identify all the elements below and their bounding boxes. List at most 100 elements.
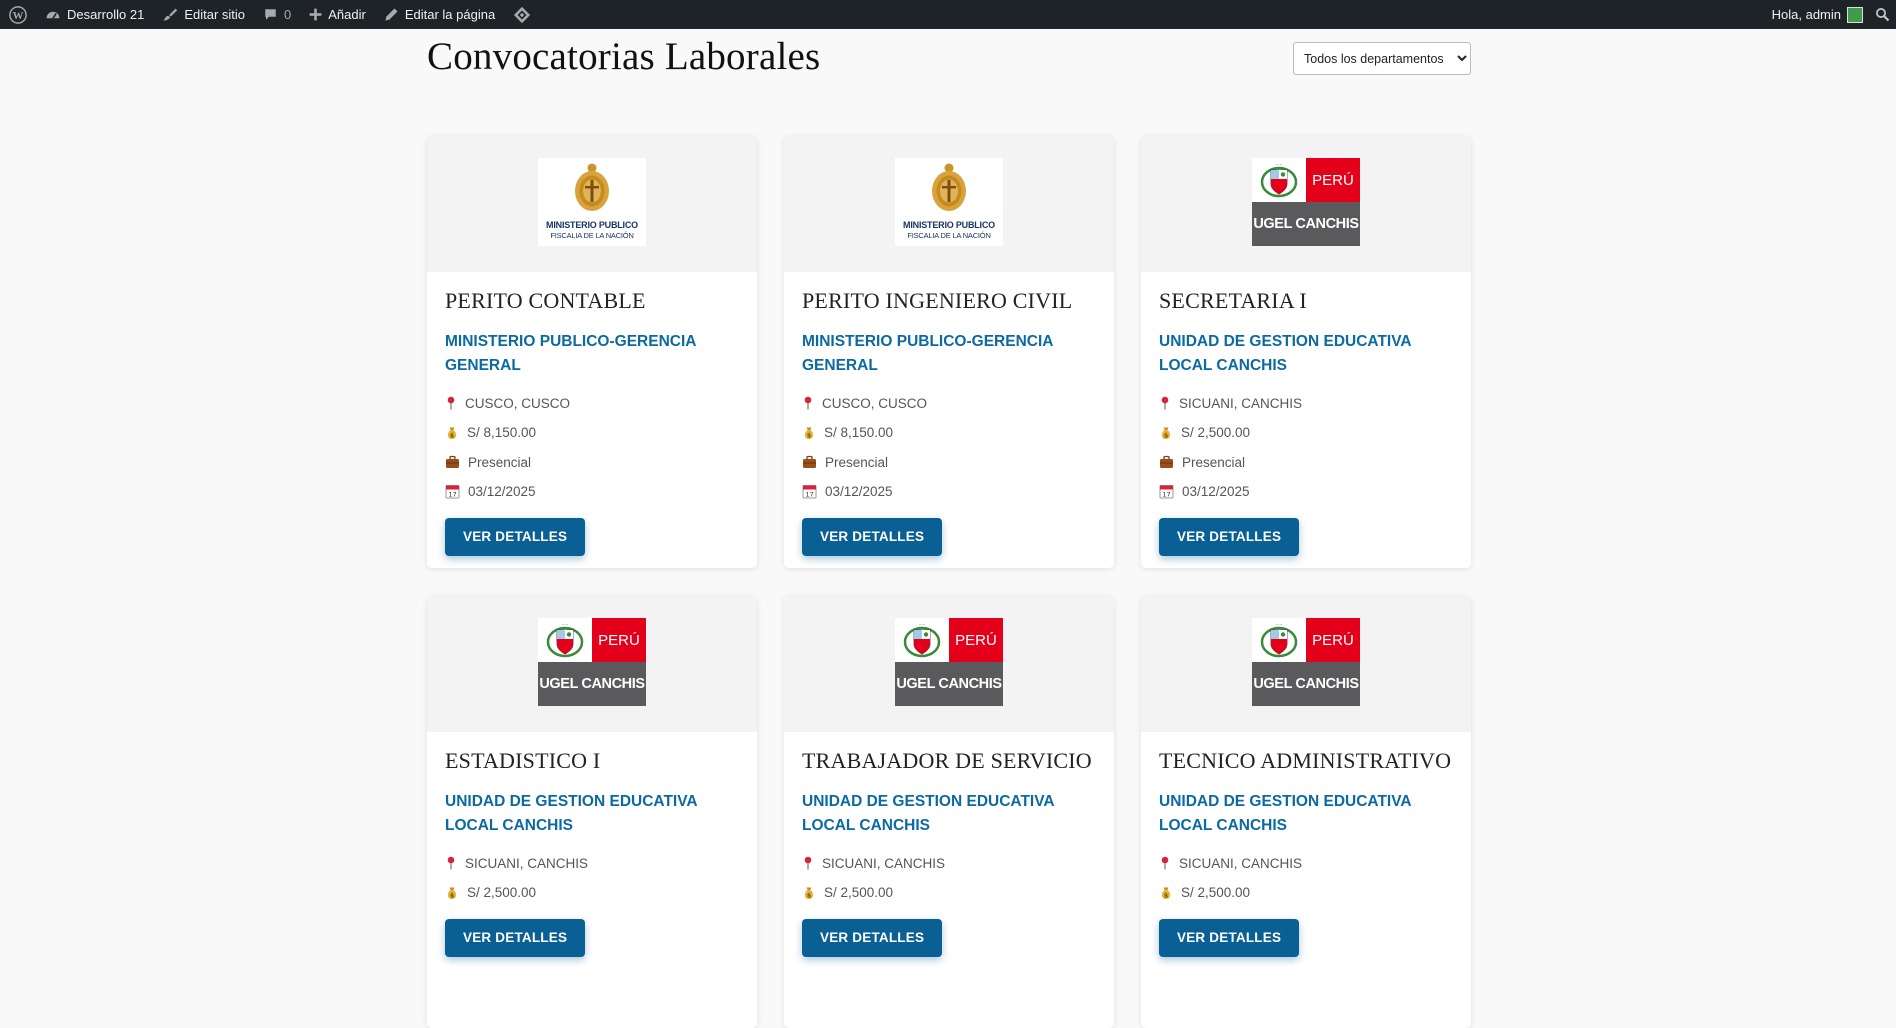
date-row: 17 03/12/2025 xyxy=(1159,481,1453,503)
edit-site-button[interactable]: Editar sitio xyxy=(153,0,254,29)
date-row: 17 03/12/2025 xyxy=(445,481,739,503)
employer-link[interactable]: MINISTERIO PUBLICO-GERENCIA GENERAL xyxy=(445,330,739,378)
ugel-label: UGEL CANCHIS xyxy=(538,662,646,706)
job-meta: SICUANI, CANCHIS $ S/ 2,500.00 xyxy=(445,852,739,904)
salary-text: S/ 8,150.00 xyxy=(824,425,894,440)
svg-text:·····: ····· xyxy=(1276,622,1282,627)
svg-text:$: $ xyxy=(450,891,455,899)
my-account-menu[interactable]: Hola, admin xyxy=(1766,0,1869,29)
card-logo-area: MINISTERIO PUBLICO FISCALIA DE LA NACIÓN xyxy=(427,136,757,272)
ministerio-publico-logo: MINISTERIO PUBLICO FISCALIA DE LA NACIÓN xyxy=(895,158,1003,246)
employer-link[interactable]: UNIDAD DE GESTION EDUCATIVA LOCAL CANCHI… xyxy=(445,790,739,838)
salary-text: S/ 2,500.00 xyxy=(467,885,537,900)
job-title[interactable]: PERITO CONTABLE xyxy=(445,288,739,314)
search-icon xyxy=(1875,7,1890,22)
job-title[interactable]: SECRETARIA I xyxy=(1159,288,1453,314)
salary-row: $ S/ 8,150.00 xyxy=(802,422,1096,444)
job-card: MINISTERIO PUBLICO FISCALIA DE LA NACIÓN… xyxy=(784,136,1114,568)
job-meta: SICUANI, CANCHIS $ S/ 2,500.00 Presencia… xyxy=(1159,392,1453,503)
view-details-button[interactable]: VER DETALLES xyxy=(445,919,586,957)
pencil-icon xyxy=(385,8,398,21)
card-body: TRABAJADOR DE SERVICIO UNIDAD DE GESTION… xyxy=(784,732,1114,957)
job-title[interactable]: PERITO INGENIERO CIVIL xyxy=(802,288,1096,314)
view-details-button[interactable]: VER DETALLES xyxy=(802,919,943,957)
peru-label: PERÚ xyxy=(949,618,1003,662)
location-row: CUSCO, CUSCO xyxy=(802,392,1096,414)
job-meta: CUSCO, CUSCO $ S/ 8,150.00 Presencial 17… xyxy=(802,392,1096,503)
modality-row: Presencial xyxy=(445,451,739,473)
add-new-menu[interactable]: Añadir xyxy=(300,0,375,29)
greeting-label: Hola, admin xyxy=(1771,7,1841,22)
employer-link[interactable]: UNIDAD DE GESTION EDUCATIVA LOCAL CANCHI… xyxy=(802,790,1096,838)
money-bag-icon: $ xyxy=(1161,887,1171,899)
coat-of-arms-icon: ····· xyxy=(546,622,584,658)
salary-row: $ S/ 2,500.00 xyxy=(802,882,1096,904)
view-details-button[interactable]: VER DETALLES xyxy=(1159,919,1300,957)
employer-link[interactable]: UNIDAD DE GESTION EDUCATIVA LOCAL CANCHI… xyxy=(1159,330,1453,378)
briefcase-icon xyxy=(1160,455,1173,468)
svg-text:·····: ····· xyxy=(919,622,925,627)
wordpress-logo-button[interactable]: W xyxy=(0,0,36,29)
card-body: PERITO INGENIERO CIVIL MINISTERIO PUBLIC… xyxy=(784,272,1114,556)
employer-link[interactable]: UNIDAD DE GESTION EDUCATIVA LOCAL CANCHI… xyxy=(1159,790,1453,838)
logo-line-1: MINISTERIO PUBLICO xyxy=(546,220,638,230)
briefcase-icon xyxy=(803,455,816,468)
view-details-button[interactable]: VER DETALLES xyxy=(445,518,586,556)
logo-line-2: FISCALIA DE LA NACIÓN xyxy=(550,231,634,240)
location-text: SICUANI, CANCHIS xyxy=(822,855,946,871)
peru-label: PERÚ xyxy=(1306,618,1360,662)
view-details-button[interactable]: VER DETALLES xyxy=(802,518,943,556)
modality-row: Presencial xyxy=(802,451,1096,473)
edit-page-button[interactable]: Editar la página xyxy=(375,0,504,29)
card-body: TECNICO ADMINISTRATIVO UNIDAD DE GESTION… xyxy=(1141,732,1471,957)
svg-text:17: 17 xyxy=(1162,491,1170,499)
job-meta: SICUANI, CANCHIS $ S/ 2,500.00 xyxy=(1159,852,1453,904)
svg-text:W: W xyxy=(13,10,24,22)
ugel-canchis-logo: ····· PERÚ UGEL CANCHIS xyxy=(1252,618,1360,706)
svg-text:$: $ xyxy=(807,431,812,439)
svg-text:$: $ xyxy=(807,891,812,899)
pin-icon xyxy=(1161,856,1169,870)
calendar-icon: 17 xyxy=(445,485,460,499)
peru-label: PERÚ xyxy=(592,618,646,662)
comments-button[interactable]: 0 xyxy=(254,0,300,29)
search-button[interactable] xyxy=(1869,0,1896,29)
view-details-button[interactable]: VER DETALLES xyxy=(1159,518,1300,556)
admin-bar-left: W Desarrollo 21 Editar sitio 0 Añadir Ed… xyxy=(0,0,540,29)
job-title[interactable]: TECNICO ADMINISTRATIVO xyxy=(1159,748,1453,774)
card-logo-area: ····· PERÚ UGEL CANCHIS xyxy=(784,596,1114,732)
department-filter-select[interactable]: Todos los departamentos xyxy=(1293,42,1471,75)
diamond-menu-button[interactable] xyxy=(504,0,540,29)
ugel-label: UGEL CANCHIS xyxy=(1252,662,1360,706)
job-meta: CUSCO, CUSCO $ S/ 8,150.00 Presencial 17… xyxy=(445,392,739,503)
svg-text:$: $ xyxy=(450,431,455,439)
money-bag-icon: $ xyxy=(447,427,457,439)
date-text: 03/12/2025 xyxy=(825,484,893,499)
avatar xyxy=(1847,6,1863,23)
site-name-menu[interactable]: Desarrollo 21 xyxy=(36,0,153,29)
brush-icon xyxy=(163,8,178,21)
date-text: 03/12/2025 xyxy=(1182,484,1250,499)
coat-of-arms-icon: ····· xyxy=(903,622,941,658)
coat-of-arms-icon: ····· xyxy=(1260,162,1298,198)
salary-text: S/ 2,500.00 xyxy=(824,885,894,900)
coat-of-arms-area: ····· xyxy=(895,618,949,662)
card-logo-area: ····· PERÚ UGEL CANCHIS xyxy=(1141,596,1471,732)
ugel-canchis-logo: ····· PERÚ UGEL CANCHIS xyxy=(538,618,646,706)
employer-link[interactable]: MINISTERIO PUBLICO-GERENCIA GENERAL xyxy=(802,330,1096,378)
job-title[interactable]: ESTADISTICO I xyxy=(445,748,739,774)
coat-of-arms-area: ····· xyxy=(538,618,592,662)
job-title[interactable]: TRABAJADOR DE SERVICIO xyxy=(802,748,1096,774)
card-body: PERITO CONTABLE MINISTERIO PUBLICO-GEREN… xyxy=(427,272,757,556)
job-grid: MINISTERIO PUBLICO FISCALIA DE LA NACIÓN… xyxy=(427,136,1471,1028)
pin-icon xyxy=(447,856,455,870)
location-text: SICUANI, CANCHIS xyxy=(1179,395,1303,411)
job-card: MINISTERIO PUBLICO FISCALIA DE LA NACIÓN… xyxy=(427,136,757,568)
briefcase-icon xyxy=(446,455,459,468)
location-text: SICUANI, CANCHIS xyxy=(465,855,589,871)
salary-row: $ S/ 8,150.00 xyxy=(445,422,739,444)
svg-text:17: 17 xyxy=(448,491,456,499)
card-logo-area: MINISTERIO PUBLICO FISCALIA DE LA NACIÓN xyxy=(784,136,1114,272)
calendar-icon: 17 xyxy=(1159,485,1174,499)
location-text: SICUANI, CANCHIS xyxy=(1179,855,1303,871)
